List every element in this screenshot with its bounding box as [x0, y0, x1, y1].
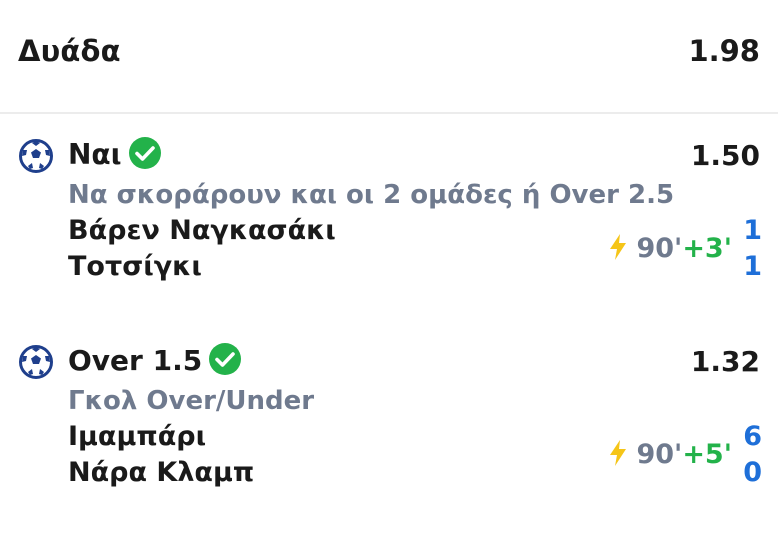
check-circle-icon: [128, 136, 162, 170]
selection-name: Ναι: [68, 137, 162, 173]
away-score: 1: [743, 251, 762, 282]
added-time: +3': [682, 233, 732, 264]
live-time: 90'+3': [608, 232, 732, 266]
market-name: Να σκοράρουν και οι 2 ομάδες ή Over 2.5: [68, 180, 675, 210]
lightning-icon: [608, 233, 628, 261]
added-time: +5': [682, 439, 732, 470]
leg-odds: 1.32: [690, 345, 760, 378]
bet-type-title: Δυάδα: [18, 34, 121, 68]
away-team: Τοτσίγκι: [68, 251, 202, 282]
live-time: 90'+5': [608, 438, 732, 472]
home-team: Ιμαμπάρι: [68, 421, 207, 452]
selection-name: Over 1.5: [68, 343, 242, 379]
home-score: 6: [743, 421, 762, 452]
soccer-ball-icon: [18, 344, 54, 380]
bet-leg[interactable]: Over 1.5 1.32 Γκολ Over/Under Ιμαμπάρι Ν…: [0, 343, 778, 514]
away-team: Νάρα Κλαμπ: [68, 457, 255, 488]
lightning-icon: [608, 439, 628, 467]
bet-header: Δυάδα 1.98: [0, 0, 778, 114]
selection-label: Ναι: [68, 138, 122, 171]
market-name: Γκολ Over/Under: [68, 386, 315, 416]
match-minute: 90': [636, 233, 683, 264]
leg-odds: 1.50: [690, 139, 760, 172]
home-score: 1: [743, 215, 762, 246]
check-circle-icon: [208, 342, 242, 376]
total-odds: 1.98: [688, 34, 760, 68]
away-score: 0: [743, 457, 762, 488]
selection-label: Over 1.5: [68, 344, 203, 377]
bet-leg[interactable]: Ναι 1.50 Να σκοράρουν και οι 2 ομάδες ή …: [0, 137, 778, 308]
match-minute: 90': [636, 439, 683, 470]
home-team: Βάρεν Ναγκασάκι: [68, 215, 336, 246]
soccer-ball-icon: [18, 138, 54, 174]
